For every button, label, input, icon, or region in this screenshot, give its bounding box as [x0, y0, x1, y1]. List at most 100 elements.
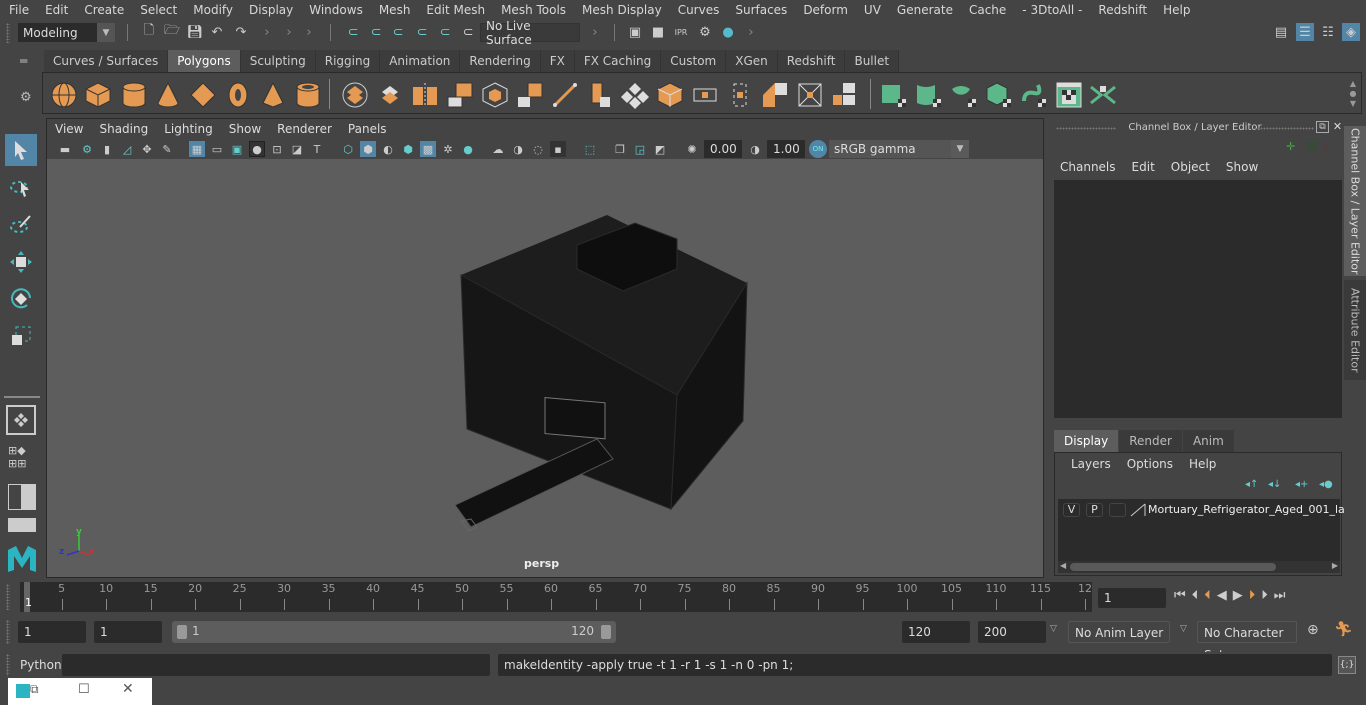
poly-pyramid-icon[interactable] [259, 81, 287, 109]
layer-visibility-toggle[interactable]: V [1063, 503, 1080, 517]
menu-modify[interactable]: Modify [184, 3, 240, 17]
auto-uv-icon[interactable] [985, 81, 1013, 109]
close-icon[interactable]: ✕ [122, 681, 134, 697]
shelf-tab-rendering[interactable]: Rendering [460, 50, 541, 72]
drag-handle[interactable] [6, 23, 10, 43]
playback-end-field[interactable]: 120 [902, 621, 970, 643]
maximize-icon[interactable]: ☐ [78, 682, 90, 697]
use-all-lights-icon[interactable]: ✲ [440, 141, 456, 157]
safe-title-icon[interactable]: T [309, 141, 325, 157]
manipulator-axis-icon[interactable]: ✛ [1286, 140, 1300, 154]
mirror-icon[interactable] [411, 81, 439, 109]
image-plane-icon[interactable]: ◿ [119, 141, 135, 157]
safe-action-icon[interactable]: ◪ [289, 141, 305, 157]
channel-box-menu-object[interactable]: Object [1163, 160, 1218, 174]
menu-edit[interactable]: Edit [36, 3, 75, 17]
menu-cache[interactable]: Cache [960, 3, 1013, 17]
menu-file[interactable]: File [0, 3, 36, 17]
animation-preferences-icon[interactable]: 🏃︎ [1334, 620, 1353, 638]
open-scene-icon[interactable]: 🗁 [163, 23, 181, 41]
current-frame-field[interactable]: 1 [1098, 588, 1166, 608]
unfold-uv-icon[interactable] [1020, 81, 1048, 109]
snap-point-icon[interactable]: ⊂ [389, 23, 407, 41]
lasso-tool-icon[interactable] [5, 172, 37, 204]
poly-cone-icon[interactable] [154, 81, 182, 109]
insert-edge-loop-icon[interactable] [656, 81, 684, 109]
hud-icon[interactable]: ◩ [652, 141, 668, 157]
combine-icon[interactable] [341, 81, 369, 109]
shelf-tab-animation[interactable]: Animation [380, 50, 461, 72]
drag-handle[interactable] [6, 620, 10, 644]
go-to-end-icon[interactable]: ⏭ [1274, 588, 1286, 603]
menu-create[interactable]: Create [75, 3, 131, 17]
depth-of-field-icon[interactable]: ▪ [550, 141, 566, 157]
anti-aliasing-icon[interactable]: ◌ [530, 141, 546, 157]
exposure-field[interactable]: 0.00 [704, 140, 742, 158]
chevron-right-icon[interactable]: › [586, 23, 604, 41]
move-layer-down-icon[interactable]: ◂↓ [1268, 479, 1281, 490]
chevron-right-icon[interactable]: › [300, 23, 318, 41]
isolate-select-icon[interactable]: ⬚ [582, 141, 598, 157]
menu-windows[interactable]: Windows [300, 3, 370, 17]
append-poly-icon[interactable] [761, 81, 789, 109]
shelf-tab-sculpting[interactable]: Sculpting [240, 50, 316, 72]
shelf-tab-bullet[interactable]: Bullet [845, 50, 900, 72]
viewport-menu-panels[interactable]: Panels [340, 122, 395, 136]
side-tab-channel-box[interactable]: Channel Box / Layer Editor [1344, 126, 1366, 276]
menu-edit-mesh[interactable]: Edit Mesh [417, 3, 492, 17]
shelf-settings-gear-icon[interactable]: ⚙ [20, 90, 32, 105]
layer-tab-anim[interactable]: Anim [1182, 430, 1234, 452]
menu-display[interactable]: Display [240, 3, 300, 17]
layer-color-swatch-icon[interactable] [1130, 503, 1146, 517]
wireframe-on-shaded-icon[interactable]: ◐ [380, 141, 396, 157]
character-set-dropdown[interactable]: No Character Set [1197, 621, 1297, 662]
snap-grid-icon[interactable]: ⊂ [344, 23, 362, 41]
planar-uv-icon[interactable] [880, 81, 908, 109]
outliner-layout-icon[interactable] [8, 484, 36, 510]
shelf-scroll[interactable]: ▲ ● ▼ [1347, 79, 1359, 109]
drag-handle[interactable] [6, 654, 10, 676]
soft-select-icon[interactable] [6, 405, 36, 435]
character-set-chevron-icon[interactable]: ▽ [1180, 624, 1187, 634]
go-to-start-icon[interactable]: ⏮ [1174, 588, 1186, 603]
layer-playback-toggle[interactable]: P [1086, 503, 1103, 517]
move-tool-icon[interactable] [5, 246, 37, 278]
scrollbar-thumb[interactable] [1070, 563, 1276, 571]
horizontal-scrollbar[interactable]: ◀ ▶ [1058, 561, 1340, 573]
float-panel-icon[interactable]: ⧉ [1316, 121, 1329, 133]
menu-curves[interactable]: Curves [669, 3, 727, 17]
cylindrical-uv-icon[interactable] [915, 81, 943, 109]
channel-box-menu-show[interactable]: Show [1218, 160, 1266, 174]
scroll-left-icon[interactable]: ◀ [1060, 561, 1066, 570]
xray-joints-icon[interactable]: ❐ [612, 141, 628, 157]
drag-handle[interactable] [1254, 127, 1314, 130]
scale-tool-icon[interactable] [5, 320, 37, 352]
poly-cube-icon[interactable] [84, 81, 112, 109]
render-settings-icon[interactable]: ⚙ [696, 23, 714, 41]
range-slider[interactable]: 1 120 [172, 621, 616, 643]
shelf-tab-fx[interactable]: FX [540, 50, 575, 72]
graph-layout-icon[interactable] [8, 518, 36, 532]
speed-toggle-icon[interactable]: / [1324, 140, 1338, 154]
smooth-shade-icon[interactable]: ⬢ [360, 141, 376, 157]
shelf-tab-polygons[interactable]: Polygons [168, 50, 241, 72]
shelf-tab-curves-surfaces[interactable]: Curves / Surfaces [44, 50, 169, 72]
menu-select[interactable]: Select [131, 3, 184, 17]
grease-pencil-icon[interactable]: ✎ [159, 141, 175, 157]
poly-sphere-icon[interactable] [50, 81, 78, 109]
shelf-tab-custom[interactable]: Custom [661, 50, 727, 72]
drag-handle[interactable] [6, 584, 10, 610]
ipr-render-icon[interactable]: IPR [672, 23, 690, 41]
poly-plane-icon[interactable] [189, 81, 217, 109]
layer-row[interactable]: V P Mortuary_Refrigerator_Aged_001_lay [1058, 499, 1351, 521]
redo-icon[interactable]: ↷ [232, 23, 250, 41]
2d-pan-zoom-icon[interactable]: ✥ [139, 141, 155, 157]
viewport-persp[interactable]: View Shading Lighting Show Renderer Pane… [46, 118, 1044, 578]
command-input[interactable] [62, 654, 490, 676]
menu-3dtoall[interactable]: - 3DtoAll - [1013, 3, 1089, 17]
smooth-icon[interactable] [446, 81, 474, 109]
menu-redshift[interactable]: Redshift [1089, 3, 1154, 17]
menu-mesh[interactable]: Mesh [370, 3, 418, 17]
hypershade-icon[interactable]: ● [719, 23, 737, 41]
time-slider[interactable]: 1 5 10 15 20 25 30 35 40 45 50 55 60 65 70 75 80 85 90 95 1… [20, 582, 1092, 612]
